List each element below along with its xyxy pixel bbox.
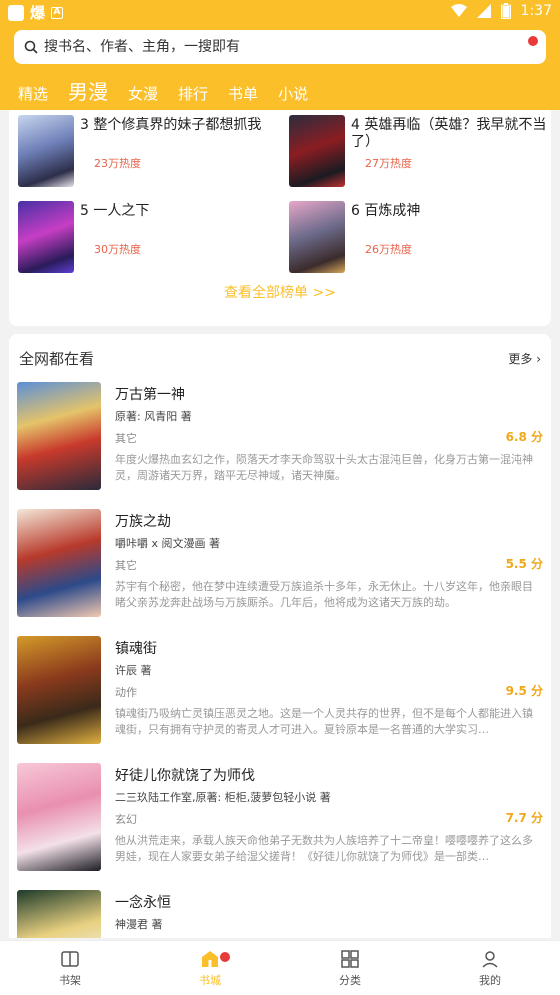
nav-bookshelf[interactable]: 书架	[0, 941, 140, 995]
rank-title: 3 整个修真界的妹子都想抓我	[80, 117, 262, 133]
book-description: 他从洪荒走来，承载人族天命他弟子无数共为人族培养了十二帝皇！嘤嘤嘤养了这么多男娃…	[115, 834, 533, 863]
bookshelf-icon	[61, 950, 79, 967]
trending-section: 全网都在看 更多 › 万古第一神 原著: 风青阳 著 其它 6.8 分 年度火爆…	[9, 334, 551, 938]
bottom-navigation: 书架 书城 分类 我的	[0, 940, 560, 995]
app-header: 爆 A 1:37 精选 男漫 女漫 排行 书单 小说	[0, 0, 560, 110]
book-cover	[17, 636, 101, 744]
more-link[interactable]: 更多 ›	[508, 350, 541, 367]
tab-featured[interactable]: 精选	[18, 83, 48, 104]
signal-icon	[476, 4, 491, 18]
profile-icon	[482, 950, 498, 968]
book-title: 镇魂街	[115, 641, 157, 657]
a-notification-icon: A	[51, 6, 64, 19]
bookstore-icon	[202, 950, 218, 967]
rank-title: 4 英雄再临（英雄？我早就不当了）	[351, 117, 547, 150]
nav-profile[interactable]: 我的	[420, 941, 560, 995]
book-title: 万古第一神	[115, 387, 185, 403]
search-icon	[24, 40, 38, 54]
book-genre: 其它	[115, 559, 137, 572]
tab-male-comics[interactable]: 男漫	[68, 76, 108, 105]
rank-item[interactable]: 3 整个修真界的妹子都想抓我 23万热度	[18, 115, 280, 187]
book-score: 7.7 分	[505, 811, 543, 825]
book-item[interactable]: 万古第一神 原著: 风青阳 著 其它 6.8 分 年度火爆热血玄幻之作，陨落天才…	[17, 382, 543, 494]
notification-dot	[528, 36, 538, 46]
nav-bookstore[interactable]: 书城	[140, 941, 280, 995]
tab-female-comics[interactable]: 女漫	[128, 83, 158, 104]
book-cover	[17, 890, 101, 938]
main-content: 3 整个修真界的妹子都想抓我 23万热度 4 英雄再临（英雄？我早就不当了） 2…	[0, 110, 560, 938]
book-item[interactable]: 一念永恒 神漫君 著	[17, 890, 543, 938]
book-genre: 动作	[115, 686, 137, 699]
status-bar: 爆 A 1:37	[0, 0, 560, 24]
book-cover	[289, 201, 345, 273]
book-cover	[289, 115, 345, 187]
book-cover	[17, 763, 101, 871]
rank-item[interactable]: 4 英雄再临（英雄？我早就不当了） 27万热度	[289, 115, 551, 187]
book-author: 嚼咔嚼 x 阅文漫画 著	[115, 537, 220, 550]
rank-heat: 27万热度	[365, 157, 412, 170]
status-time: 1:37	[520, 3, 552, 19]
rank-item[interactable]: 5 一人之下 30万热度	[18, 201, 280, 273]
flame-notification-icon: 爆	[30, 4, 46, 22]
rank-title: 5 一人之下	[80, 203, 150, 219]
tab-novels[interactable]: 小说	[278, 83, 308, 104]
book-item[interactable]: 好徒儿你就饶了为师伐 二三玖陆工作室,原著: 柜柜,菠萝包轻小说 著 玄幻 7.…	[17, 763, 543, 875]
book-description: 镇魂街乃吸纳亡灵镇压恶灵之地。这是一个人灵共存的世界，但不是每个人都能进入镇魂街…	[115, 707, 533, 736]
tab-booklist[interactable]: 书单	[228, 83, 258, 104]
wifi-icon	[450, 4, 467, 17]
category-icon	[341, 949, 359, 968]
rank-heat: 30万热度	[94, 243, 141, 256]
book-score: 5.5 分	[505, 557, 543, 571]
book-description: 年度火爆热血玄幻之作，陨落天才李天命驾驭十头太古混沌巨兽，化身万古第一混沌神灵，…	[115, 453, 533, 482]
rank-item[interactable]: 6 百炼成神 26万热度	[289, 201, 551, 273]
book-score: 6.8 分	[505, 430, 543, 444]
book-author: 许辰 著	[115, 664, 152, 677]
notification-dot	[220, 952, 230, 962]
rank-heat: 26万热度	[365, 243, 412, 256]
tab-ranking[interactable]: 排行	[178, 83, 208, 104]
book-description: 苏宇有个秘密，他在梦中连续遭受万族追杀十多年，永无休止。十八岁这年，他亲眼目睹父…	[115, 580, 533, 609]
book-genre: 玄幻	[115, 813, 137, 826]
book-author: 神漫君 著	[115, 918, 163, 931]
book-item[interactable]: 万族之劫 嚼咔嚼 x 阅文漫画 著 其它 5.5 分 苏宇有个秘密，他在梦中连续…	[17, 509, 543, 621]
search-bar[interactable]	[14, 30, 546, 64]
book-cover	[17, 382, 101, 490]
section-title: 全网都在看	[19, 350, 95, 368]
book-cover	[18, 201, 74, 273]
chevron-right-icon: ›	[536, 352, 541, 366]
rank-title: 6 百炼成神	[351, 203, 421, 219]
book-title: 好徒儿你就饶了为师伐	[115, 768, 255, 784]
book-title: 万族之劫	[115, 514, 171, 530]
search-input[interactable]	[44, 39, 514, 55]
book-item[interactable]: 镇魂街 许辰 著 动作 9.5 分 镇魂街乃吸纳亡灵镇压恶灵之地。这是一个人灵共…	[17, 636, 543, 748]
ranking-card: 3 整个修真界的妹子都想抓我 23万热度 4 英雄再临（英雄？我早就不当了） 2…	[9, 110, 551, 326]
nav-category[interactable]: 分类	[280, 941, 420, 995]
app-notification-icon	[8, 4, 24, 21]
book-author: 原著: 风青阳 著	[115, 410, 192, 423]
book-title: 一念永恒	[115, 895, 171, 911]
book-genre: 其它	[115, 432, 137, 445]
book-cover	[17, 509, 101, 617]
rank-heat: 23万热度	[94, 157, 141, 170]
book-author: 二三玖陆工作室,原著: 柜柜,菠萝包轻小说 著	[115, 791, 331, 804]
category-tabs: 精选 男漫 女漫 排行 书单 小说	[18, 76, 328, 105]
battery-icon	[500, 3, 511, 19]
view-all-rankings-link[interactable]: 查看全部榜单 >>	[9, 282, 551, 302]
book-cover	[18, 115, 74, 187]
book-score: 9.5 分	[505, 684, 543, 698]
